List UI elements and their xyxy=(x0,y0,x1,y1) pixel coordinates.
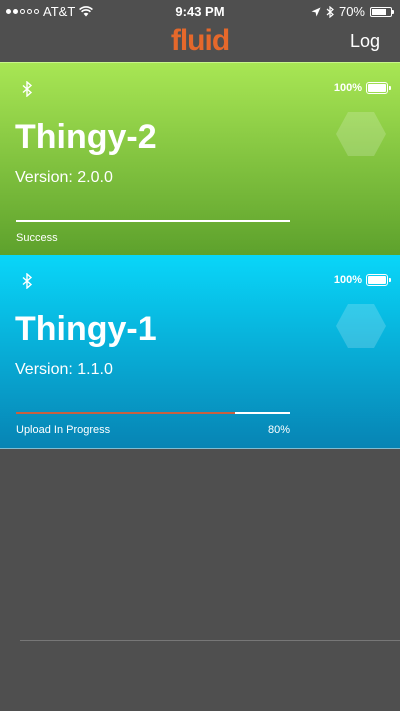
nav-bar: fluid Log xyxy=(0,22,400,62)
hexagon-icon xyxy=(336,112,386,156)
progress-percent: 80% xyxy=(267,424,290,436)
status-bar-right: 70% xyxy=(311,4,394,19)
progress-bar-fill xyxy=(16,412,236,414)
log-button[interactable]: Log xyxy=(350,31,380,52)
bluetooth-icon xyxy=(326,5,334,18)
device-battery-label: 100% xyxy=(333,82,362,94)
device-version: Version: 1.1.0 xyxy=(15,361,113,378)
device-status: Success xyxy=(16,232,58,244)
status-bar: AT&T 9:43 PM 70% xyxy=(0,0,400,22)
device-name: Thingy-1 xyxy=(15,310,157,348)
hexagon-icon xyxy=(336,304,386,348)
device-battery: 100% xyxy=(333,82,391,94)
device-card-thingy-2[interactable]: 100% Thingy-2 Version: 2.0.0 Success xyxy=(0,62,400,256)
app-logo: fluid xyxy=(170,24,230,57)
location-arrow-icon xyxy=(311,7,321,16)
device-battery: 100% xyxy=(333,274,391,286)
divider xyxy=(20,640,400,641)
device-battery-label: 100% xyxy=(333,274,362,286)
battery-percentage: 70% xyxy=(338,4,365,19)
bluetooth-icon xyxy=(22,273,33,289)
battery-icon xyxy=(370,6,394,17)
battery-icon xyxy=(366,274,391,286)
bluetooth-icon xyxy=(22,81,33,97)
progress-bar xyxy=(16,412,290,414)
battery-icon xyxy=(366,82,391,94)
progress-bar xyxy=(16,220,290,222)
device-version: Version: 2.0.0 xyxy=(15,169,113,186)
device-name: Thingy-2 xyxy=(15,118,157,156)
device-card-thingy-1[interactable]: 100% Thingy-1 Version: 1.1.0 Upload In P… xyxy=(0,255,400,449)
device-status: Upload In Progress xyxy=(16,424,111,436)
